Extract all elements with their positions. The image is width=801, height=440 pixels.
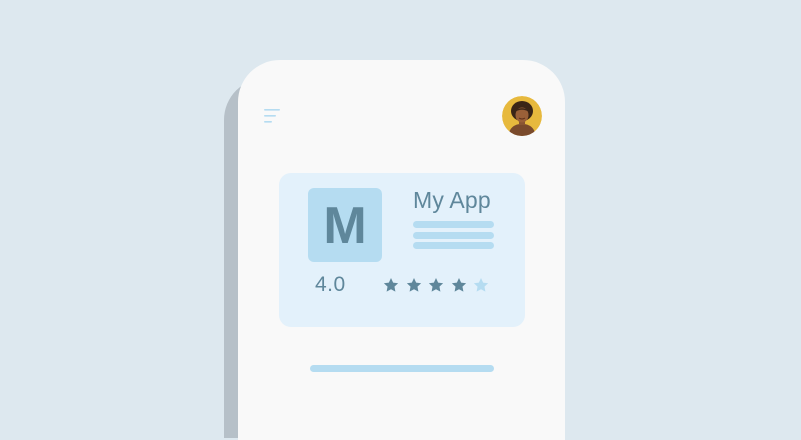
hamburger-menu-icon[interactable]: [264, 109, 280, 123]
rating-value: 4.0: [315, 273, 346, 296]
app-description-placeholder: [413, 221, 494, 253]
star-empty-icon: [473, 278, 489, 292]
app-card[interactable]: M My App 4.0: [279, 173, 525, 372]
star-filled-icon: [428, 278, 444, 292]
phone-screen: M My App 4.0: [238, 60, 565, 440]
avatar-portrait-icon: [502, 96, 542, 136]
description-line: [413, 221, 494, 228]
description-line: [413, 231, 494, 239]
bottom-placeholder-bar: [310, 365, 494, 372]
star-filled-icon: [383, 278, 399, 292]
description-line: [413, 242, 494, 249]
app-icon-letter: M: [323, 197, 367, 255]
user-avatar[interactable]: [502, 96, 542, 136]
star-filled-icon: [451, 278, 466, 292]
star-filled-icon: [406, 278, 421, 292]
app-icon-tile: M: [308, 188, 382, 262]
star-rating: [383, 277, 489, 293]
app-name: My App: [413, 187, 491, 213]
